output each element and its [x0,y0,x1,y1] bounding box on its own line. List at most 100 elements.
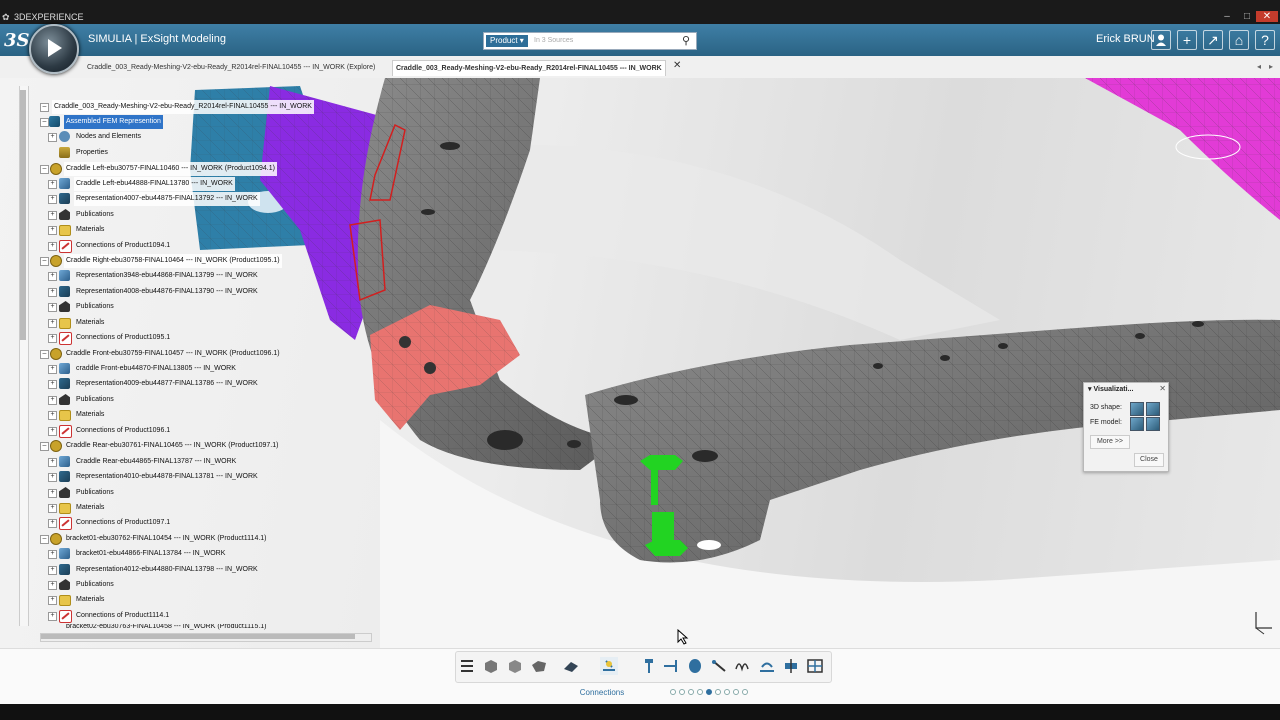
compass-play-button[interactable] [29,24,79,74]
user-name[interactable]: Erick BRUN [1096,33,1155,45]
expand-icon[interactable]: + [48,195,57,204]
tree-item-materials[interactable]: + Materials [48,408,106,422]
expand-icon[interactable]: + [48,180,57,189]
collapse-icon[interactable]: – [40,442,49,451]
tree-item-product[interactable]: – Craddle Front-ebu30759-FINAL10457 --- … [40,347,282,361]
expand-icon[interactable]: + [48,303,57,312]
pagination-dot[interactable] [670,689,676,695]
expand-icon[interactable]: + [48,550,57,559]
pagination-dot[interactable] [697,689,703,695]
close-button[interactable]: Close [1134,453,1164,467]
expand-icon[interactable]: + [48,380,57,389]
expand-icon[interactable]: + [48,396,57,405]
section-pagination[interactable] [670,688,750,698]
expand-icon[interactable]: + [48,612,57,621]
collapse-icon[interactable]: – [40,103,49,112]
tree-item-representation[interactable]: + Representation4009-ebu44877-FINAL13786… [48,377,260,391]
expand-icon[interactable]: + [48,458,57,467]
expand-icon[interactable]: + [48,226,57,235]
expand-icon[interactable]: + [48,519,57,528]
tree-item-part[interactable]: + Representation3948-ebu44868-FINAL13799… [48,269,260,283]
pagination-dot[interactable] [679,689,685,695]
search-box[interactable]: Product ▾ In 3 Sources ⚲ [483,32,697,50]
expand-icon[interactable]: + [48,427,57,436]
adhesive-icon[interactable] [758,657,776,675]
expand-icon[interactable]: + [48,504,57,513]
tree-item-publications[interactable]: + Publications [48,208,116,222]
expand-icon[interactable]: + [48,272,57,281]
fastener-icon[interactable] [782,657,800,675]
transform-icon[interactable] [562,657,580,675]
part-mesh-icon[interactable] [530,657,548,675]
tree-item-publications[interactable]: + Publications [48,300,116,314]
tree-item-publications[interactable]: + Publications [48,486,116,500]
tree-item-materials[interactable]: + Materials [48,501,106,515]
tree-item-product[interactable]: – Craddle Right-ebu30758-FINAL10464 --- … [40,254,282,268]
shape-hidden-icon[interactable] [1146,402,1160,416]
expand-icon[interactable]: + [48,581,57,590]
tree-item-representation[interactable]: + Representation4010-ebu44878-FINAL13781… [48,470,260,484]
home-button[interactable]: ⌂ [1229,30,1249,50]
tree-item-fem[interactable]: – Assembled FEM Represention [40,115,163,129]
expand-icon[interactable]: + [48,319,57,328]
expand-icon[interactable]: + [48,365,57,374]
pagination-dot[interactable] [706,689,712,695]
model-visible-icon[interactable] [1130,417,1144,431]
pagination-dot[interactable] [688,689,694,695]
tree-item-product[interactable]: – bracket01-ebu30762-FINAL10454 --- IN_W… [40,532,269,546]
spot-weld-icon[interactable] [662,657,680,675]
expand-icon[interactable]: + [48,411,57,420]
search-icon[interactable]: ⚲ [682,35,690,47]
expand-icon[interactable]: + [48,473,57,482]
expand-icon[interactable]: + [48,489,57,498]
tree-item-part[interactable]: + Craddle Left-ebu44888-FINAL13780 --- I… [48,177,235,191]
section-label[interactable]: Connections [560,688,644,697]
search-input[interactable]: In 3 Sources [534,35,573,47]
list-icon[interactable] [458,657,476,675]
pagination-dot[interactable] [733,689,739,695]
rigid-link-icon[interactable] [710,657,728,675]
tree-item-representation[interactable]: + Representation4012-ebu44880-FINAL13798… [48,563,260,577]
solid-shape-icon[interactable] [482,657,500,675]
tab-explore[interactable]: Craddle_003_Ready-Meshing-V2-ebu-Ready_R… [84,60,378,75]
user-profile-button[interactable] [1151,30,1171,50]
tree-item-publications[interactable]: + Publications [48,393,116,407]
tree-item-product[interactable]: – Craddle Left-ebu30757-FINAL10460 --- I… [40,162,277,176]
maximize-button[interactable]: □ [1240,11,1254,22]
tree-item-part[interactable]: + craddle Front-ebu44870-FINAL13805 --- … [48,362,238,376]
tree-item-part[interactable]: + bracket01-ebu44866-FINAL13784 --- IN_W… [48,547,227,561]
collapse-icon[interactable]: – [40,165,49,174]
tree-item-materials[interactable]: + Materials [48,223,106,237]
collapse-icon[interactable]: – [40,257,49,266]
shape-visible-icon[interactable] [1130,402,1144,416]
more-button[interactable]: More >> [1090,435,1130,449]
share-button[interactable]: ↗ [1203,30,1223,50]
spring-icon[interactable] [734,657,752,675]
grid-connection-icon[interactable] [806,657,824,675]
expand-icon[interactable]: + [48,242,57,251]
tree-item-representation[interactable]: + Representation4008-ebu44876-FINAL13790… [48,285,260,299]
expand-icon[interactable]: + [48,211,57,220]
add-button[interactable]: + [1177,30,1197,50]
tab-prev-icon[interactable]: ◂ [1257,62,1261,71]
tree-item-product[interactable]: bracket02-ebu30763-FINAL10458 --- IN_WOR… [40,624,269,630]
connection-active-icon[interactable] [600,657,618,675]
tab-close-icon[interactable]: ✕ [673,60,681,71]
pagination-dot[interactable] [715,689,721,695]
axis-triad-icon[interactable] [1252,610,1276,636]
search-scope-dropdown[interactable]: Product ▾ [486,35,528,47]
expand-icon[interactable]: + [48,133,57,142]
minimize-button[interactable]: – [1220,11,1234,22]
tree-item-connections[interactable]: + Connections of Product1096.1 [48,424,172,438]
tree-item-connections[interactable]: + Connections of Product1097.1 [48,516,172,530]
help-button[interactable]: ? [1255,30,1275,50]
pagination-dot[interactable] [724,689,730,695]
tree-item-connections[interactable]: + Connections of Product1114.1 [48,609,171,623]
tree-root[interactable]: – Craddle_003_Ready-Meshing-V2-ebu-Ready… [40,100,314,114]
close-window-button[interactable]: ✕ [1256,11,1278,22]
collapse-icon[interactable]: – [40,535,49,544]
model-hidden-icon[interactable] [1146,417,1160,431]
tree-item-representation[interactable]: + Representation4007-ebu44875-FINAL13792… [48,192,260,206]
expand-icon[interactable]: + [48,288,57,297]
collapse-icon[interactable]: – [40,118,49,127]
